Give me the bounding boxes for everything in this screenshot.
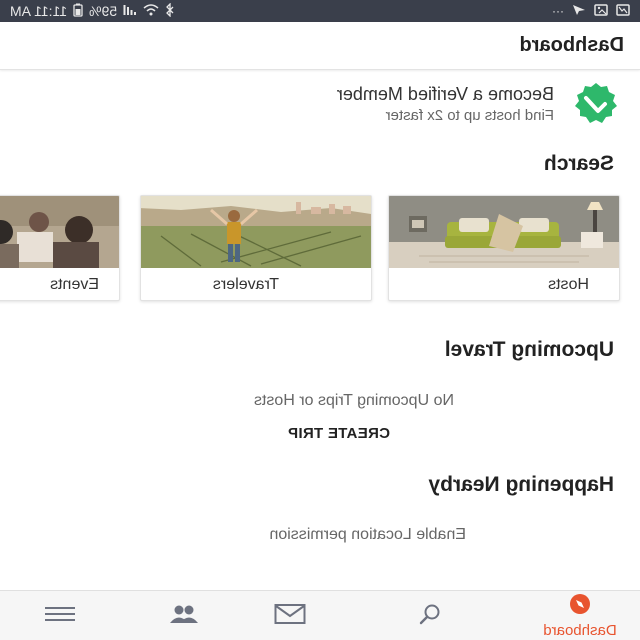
- nav-label-dashboard: Dashboard: [543, 622, 617, 639]
- enable-location-link[interactable]: Enable Location permission: [269, 526, 466, 544]
- events-card[interactable]: Events: [0, 195, 120, 301]
- upcoming-travel-heading: Upcoming Travel: [444, 338, 614, 361]
- image-icon: [594, 3, 608, 19]
- verified-badge-icon: [574, 82, 618, 126]
- battery-percent: 59%: [89, 3, 118, 19]
- events-card-label: Events: [50, 276, 99, 293]
- bottom-nav: Dashboard: [0, 590, 640, 640]
- traveler-vineyard-photo: [141, 196, 371, 268]
- travelers-card[interactable]: Travelers: [140, 195, 372, 301]
- people-gathering-photo: [0, 196, 119, 268]
- nav-item-menu[interactable]: [0, 591, 120, 640]
- app-bar: Dashboard: [0, 22, 640, 70]
- send-icon: [572, 4, 586, 19]
- search-icon: [418, 602, 442, 631]
- nav-item-search[interactable]: [370, 591, 490, 640]
- screen: ··· 59% 11:11 AM Dashboard Become a Veri…: [0, 0, 640, 640]
- search-heading: Search: [543, 152, 614, 175]
- happening-nearby-heading: Happening Nearby: [428, 473, 614, 496]
- nav-item-messages[interactable]: [230, 591, 350, 640]
- verify-title: Become a Verified Member: [336, 84, 554, 104]
- no-upcoming-trips-text: No Upcoming Trips or Hosts: [253, 392, 454, 409]
- clock: 11:11 AM: [10, 3, 68, 19]
- hosts-card[interactable]: Hosts: [388, 195, 620, 301]
- create-trip-button[interactable]: CREATE TRIP: [288, 425, 390, 442]
- page-title: Dashboard: [519, 34, 624, 56]
- people-icon: [169, 604, 199, 629]
- signal-icon: [123, 4, 137, 19]
- hosts-card-label: Hosts: [548, 276, 589, 293]
- nav-item-people[interactable]: [124, 591, 244, 640]
- battery-icon: [73, 3, 83, 20]
- verify-subtitle: Find hosts up to 2x faster: [385, 107, 554, 124]
- bluetooth-icon: [165, 1, 175, 20]
- notification-icon: [616, 3, 630, 19]
- envelope-icon: [274, 603, 306, 630]
- more-dots: ···: [552, 4, 564, 18]
- travelers-card-label: Travelers: [212, 276, 279, 293]
- living-room-photo: [389, 196, 619, 268]
- menu-icon: [45, 606, 75, 627]
- status-bar: ··· 59% 11:11 AM: [0, 0, 640, 22]
- verified-member-banner[interactable]: Become a Verified Member Find hosts up t…: [0, 76, 640, 134]
- search-cards: Hosts Travelers Events: [0, 195, 640, 301]
- wifi-icon: [143, 3, 159, 19]
- compass-icon: [569, 593, 591, 620]
- nav-item-dashboard[interactable]: Dashboard: [520, 591, 640, 640]
